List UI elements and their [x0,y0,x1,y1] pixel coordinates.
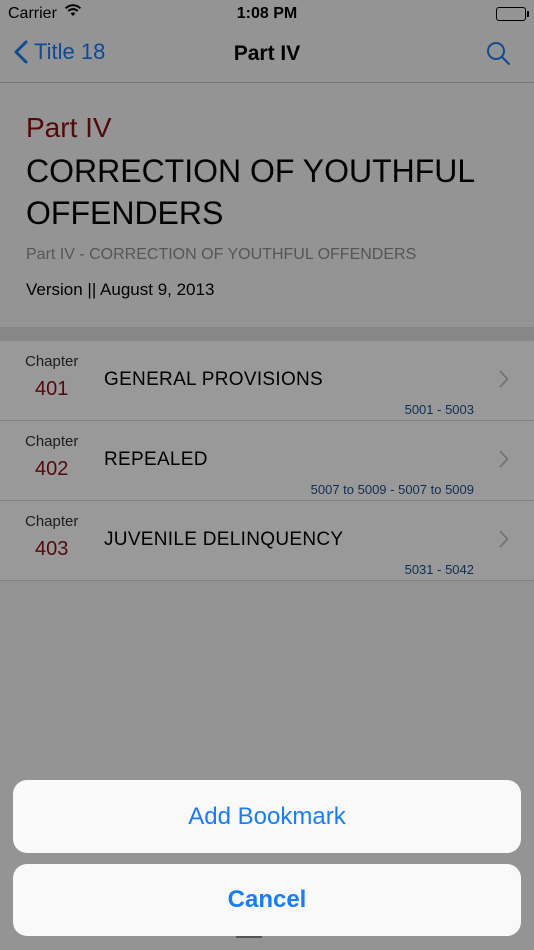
add-bookmark-button[interactable]: Add Bookmark [13,780,521,853]
cancel-button[interactable]: Cancel [13,864,521,936]
toolbar-edge [236,936,262,938]
